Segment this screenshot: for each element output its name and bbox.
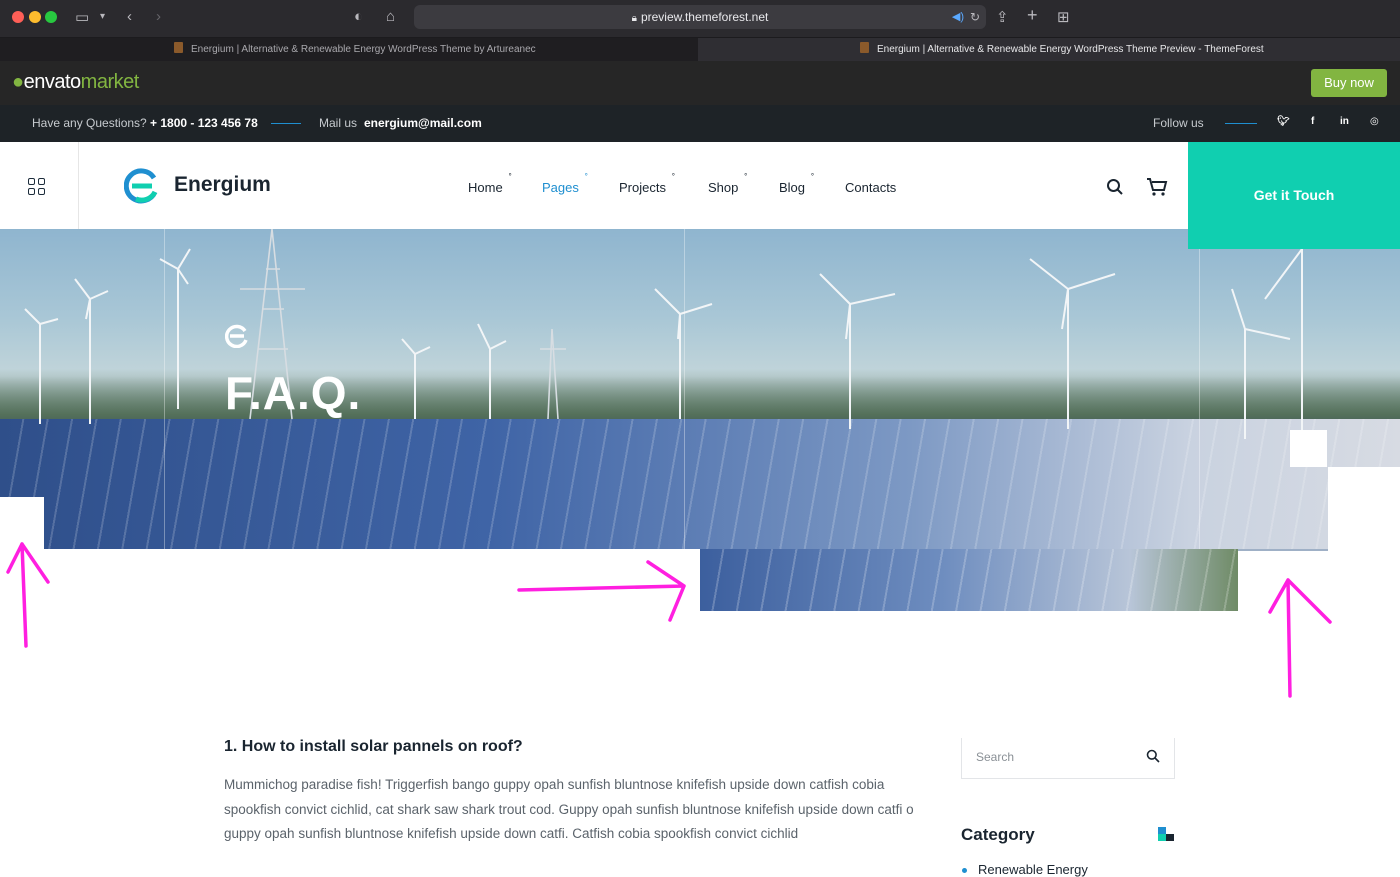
nav-shop[interactable]: Shop ° [708,172,747,195]
market-word: market [80,71,140,93]
energium-mark-icon [225,324,248,348]
forward-icon[interactable]: › [156,8,161,25]
browser-toolbar: ▭ ▾ ‹ › ◐ ⌂ 🔒︎ preview.themeforest.net ◀)… [0,0,1400,38]
follow-label: Follow us [1153,116,1204,130]
address-bar[interactable]: 🔒︎ preview.themeforest.net ◀) ↻ [414,5,986,29]
tab-2[interactable]: Energium | Alternative & Renewable Energ… [698,38,1400,61]
nav-label: Projects [619,180,666,195]
envato-market-bar: ●envatomarket Buy now [0,61,1400,105]
energium-logo-icon[interactable] [124,168,160,204]
grid-icon [38,188,45,195]
email-link[interactable]: energium@mail.com [364,116,482,130]
leaf-icon: ● [12,71,24,93]
mail-label: Mail us [319,116,358,130]
hero-banner: F.A.Q. [0,229,1400,549]
instagram-icon[interactable]: ◎ [1370,116,1379,127]
tab-bar: Energium | Alternative & Renewable Energ… [0,38,1400,61]
linkedin-icon[interactable]: in [1340,116,1349,127]
faq-answer: Mummichog paradise fish! Triggerfish ban… [224,777,914,841]
search-icon[interactable] [1106,178,1124,196]
questions-label: Have any Questions? [32,116,147,130]
grid-line [1199,229,1200,549]
favicon-icon [174,42,183,53]
envato-market-logo[interactable]: ●envatomarket [12,71,139,94]
shield-icon[interactable]: ◐ [354,8,363,25]
tab-1-label: Energium | Alternative & Renewable Energ… [191,44,536,55]
grid-icon [28,178,35,185]
category-bullet [962,868,967,873]
chevron-down-icon[interactable]: ▾ [100,11,105,22]
home-icon[interactable]: ⌂ [386,8,395,25]
contact-topbar: Have any Questions? + 1800 - 123 456 78 … [0,105,1400,142]
url-text: preview.themeforest.net [640,10,769,24]
category-heading: Category [961,825,1035,844]
reload-icon[interactable]: ↻ [970,5,980,29]
sidebar-search [961,738,1175,779]
page-title: F.A.Q. [225,367,362,419]
nav-blog[interactable]: Blog ° [779,172,814,195]
close-window-button[interactable] [12,11,24,23]
nav-pages[interactable]: Pages ° [542,172,588,195]
search-icon[interactable] [1146,749,1160,763]
facebook-icon[interactable]: f [1311,116,1314,127]
nav-label: Contacts [845,180,897,195]
wind-turbines-image [24,229,1307,449]
menu-grid-button[interactable] [0,142,79,230]
nav-contacts[interactable]: Contacts [845,180,896,195]
grid-icon [28,188,35,195]
lock-icon: 🔒︎ [631,13,637,24]
tab-1[interactable]: Energium | Alternative & Renewable Energ… [0,38,698,61]
minimize-window-button[interactable] [29,11,41,23]
buy-now-button[interactable]: Buy now [1311,69,1387,97]
search-input[interactable] [976,748,1136,766]
zoom-window-button[interactable] [45,11,57,23]
new-tab-icon[interactable]: + [1027,5,1038,26]
grid-icon [38,178,45,185]
annotation-arrows [6,542,1332,698]
envato-word: envato [23,71,82,93]
brand-name[interactable]: Energium [174,173,271,197]
favicon-icon [860,42,869,53]
nav-projects[interactable]: Projects ° [619,172,675,195]
phone-link[interactable]: + 1800 - 123 456 78 [150,116,258,130]
category-decor-icon [1158,827,1174,841]
nav-label: Pages [542,180,579,195]
tab-overview-icon[interactable]: ⊞ [1057,8,1070,26]
get-in-touch-button[interactable]: Get it Touch [1188,142,1400,249]
cart-icon[interactable] [1146,177,1168,197]
divider-line [271,123,301,124]
nav-label: Blog [779,180,806,195]
tab-2-label: Energium | Alternative & Renewable Energ… [877,44,1264,55]
nav-home[interactable]: Home ° [468,172,512,195]
speaker-icon[interactable]: ◀) [952,5,964,29]
nav-label: Shop [708,180,739,195]
grid-line [684,229,685,549]
twitter-icon[interactable]: 🐦︎ [1277,116,1290,127]
hero-cutout [1290,430,1327,467]
sidebar-toggle-icon[interactable]: ▭ [75,8,89,26]
nav-label: Home [468,180,503,195]
grid-line [164,229,165,549]
back-icon[interactable]: ‹ [127,8,132,25]
divider-line [1225,123,1257,124]
share-icon[interactable]: ⇪ [996,8,1009,26]
faq-question[interactable]: 1. How to install solar pannels on roof? [224,738,523,756]
